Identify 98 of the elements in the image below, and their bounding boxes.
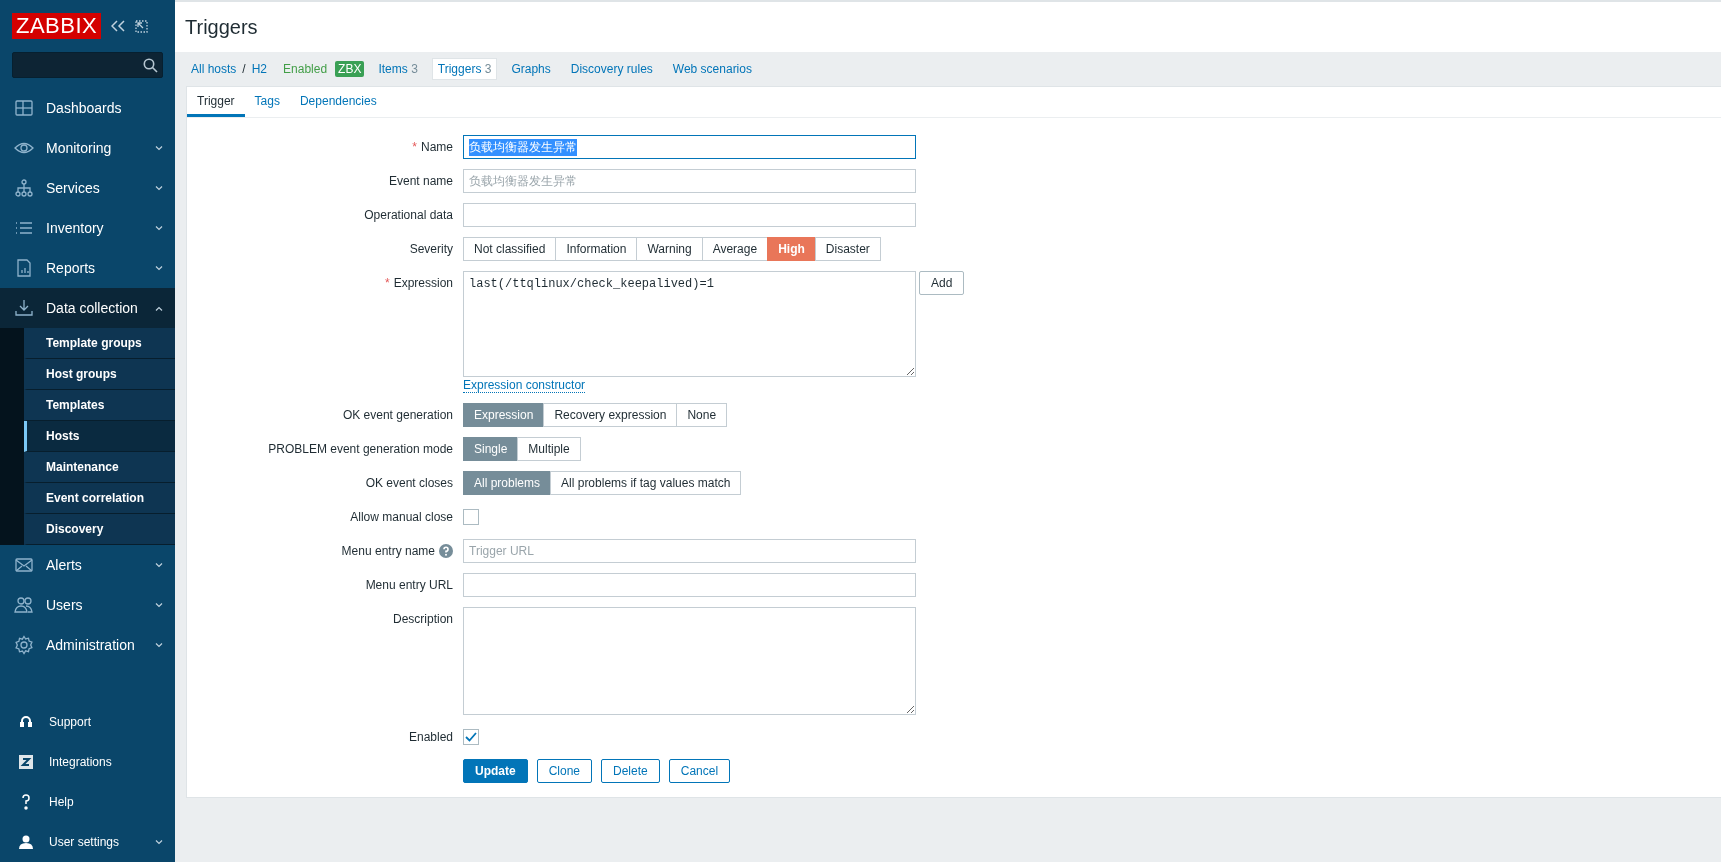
checkbox[interactable] <box>463 729 479 745</box>
segment-option[interactable]: None <box>676 403 728 427</box>
menu-item[interactable]: Integrations <box>0 742 175 782</box>
segment-option[interactable]: Recovery expression <box>543 403 678 427</box>
agent-badge: ZBX <box>335 61 365 77</box>
submenu-item[interactable]: Host groups <box>24 359 175 390</box>
chevron-down-icon <box>155 185 163 191</box>
host-tab[interactable]: Discovery rules <box>564 58 659 80</box>
field-label: Allow manual close <box>350 509 453 526</box>
add-button[interactable]: Add <box>919 271 965 295</box>
menu-item[interactable]: Support <box>0 702 175 742</box>
action-button[interactable]: Clone <box>536 759 593 783</box>
user-icon <box>19 835 33 849</box>
text-field[interactable]: 负载均衡器发生异常 <box>463 169 916 193</box>
action-button[interactable]: Cancel <box>668 759 731 783</box>
host-tab[interactable]: Graphs <box>505 58 557 80</box>
chevron-down-icon <box>155 225 163 231</box>
segment-option[interactable]: Multiple <box>517 437 581 461</box>
menu-item[interactable]: Reports <box>0 248 175 288</box>
submenu-item[interactable]: Template groups <box>24 328 175 359</box>
field-label: OK event closes <box>365 475 453 492</box>
menu-item[interactable]: Data collection <box>0 288 175 328</box>
headset-icon <box>19 715 33 729</box>
chevron-down-icon <box>155 562 163 568</box>
segment-option[interactable]: Warning <box>636 237 703 261</box>
report-icon <box>14 258 34 278</box>
page-title: Triggers <box>185 15 258 39</box>
menu-item[interactable]: Services <box>0 168 175 208</box>
chevron-down-icon <box>155 642 163 648</box>
breadcrumb-link[interactable]: All hosts <box>191 62 237 76</box>
chevron-down-icon <box>155 839 163 845</box>
submenu-item[interactable]: Maintenance <box>24 452 175 483</box>
submenu-item[interactable]: Event correlation <box>24 483 175 514</box>
form-tab[interactable]: Dependencies <box>289 87 387 117</box>
menu-item[interactable]: Alerts <box>0 545 175 585</box>
grid-icon <box>14 98 34 118</box>
menu-item[interactable]: Monitoring <box>0 128 175 168</box>
logo[interactable]: ZABBIX <box>12 13 102 39</box>
segment-option[interactable]: Disaster <box>814 237 881 261</box>
text-field[interactable] <box>463 203 916 227</box>
gear-icon <box>14 635 34 655</box>
z-square-icon <box>19 755 33 769</box>
menu-item[interactable]: Dashboards <box>0 88 175 128</box>
required-asterisk: * <box>412 139 417 156</box>
menu-item[interactable]: User settings <box>0 822 175 862</box>
field-label: Menu entry name <box>341 543 435 560</box>
host-tab[interactable]: Triggers 3 <box>431 58 498 80</box>
text-field[interactable] <box>463 573 916 597</box>
host-tab[interactable]: Items 3 <box>372 58 424 80</box>
chevron-down-icon <box>155 265 163 271</box>
breadcrumb-separator: / <box>242 62 246 76</box>
action-button[interactable]: Delete <box>601 759 660 783</box>
form-tab[interactable]: Tags <box>244 87 290 117</box>
question-mark-icon <box>21 794 31 810</box>
menu-item[interactable]: Users <box>0 585 175 625</box>
submenu-item[interactable]: Templates <box>24 390 175 421</box>
segment-option[interactable]: Not classified <box>463 237 557 261</box>
form-tab[interactable]: Trigger <box>187 87 245 117</box>
required-asterisk: * <box>384 275 390 292</box>
action-button[interactable]: Update <box>463 759 528 783</box>
checkbox[interactable] <box>463 509 479 525</box>
field-label: Severity <box>409 241 453 258</box>
host-tab[interactable]: Web scenarios <box>666 58 758 80</box>
expression-field[interactable]: last(/ttqlinux/check_keepalived)=1 <box>463 271 916 377</box>
field-label: OK event generation <box>342 407 453 424</box>
breadcrumb-link[interactable]: H2 <box>251 62 268 76</box>
field-label: Description <box>392 611 453 628</box>
field-label: Expression <box>393 275 453 292</box>
field-label: Name <box>421 139 453 156</box>
chevron-down-icon <box>155 602 163 608</box>
hierarchy-icon <box>14 178 34 198</box>
submenu-item[interactable]: Hosts <box>24 421 175 452</box>
segment-option[interactable]: Information <box>555 237 638 261</box>
status-label: Enabled <box>283 62 328 76</box>
chevron-down-icon <box>155 145 163 151</box>
field-label: Operational data <box>364 207 453 224</box>
expand-icon[interactable] <box>135 19 149 33</box>
chevron-up-icon <box>155 305 163 311</box>
download-icon <box>14 298 34 318</box>
menu-item[interactable]: Help <box>0 782 175 822</box>
field-label: Menu entry URL <box>365 577 453 594</box>
search-field[interactable] <box>12 52 163 78</box>
text-field[interactable]: Trigger URL <box>463 539 916 563</box>
users-icon <box>14 595 34 615</box>
submenu-item[interactable]: Discovery <box>24 514 175 545</box>
menu-item[interactable]: Administration <box>0 625 175 665</box>
help-icon[interactable] <box>439 544 453 558</box>
segment-option[interactable]: Average <box>701 237 769 261</box>
field-label: Event name <box>388 173 453 190</box>
description-field[interactable] <box>463 607 916 715</box>
field-label: PROBLEM event generation mode <box>268 441 453 458</box>
collapse-icon[interactable] <box>111 20 126 32</box>
expression-constructor-link[interactable]: Expression constructor <box>463 378 586 393</box>
field-label: Enabled <box>408 729 453 746</box>
search-icon <box>143 57 158 73</box>
segment-option[interactable]: All problems if tag values match <box>550 471 742 495</box>
menu-item[interactable]: Inventory <box>0 208 175 248</box>
envelope-icon <box>14 555 34 575</box>
